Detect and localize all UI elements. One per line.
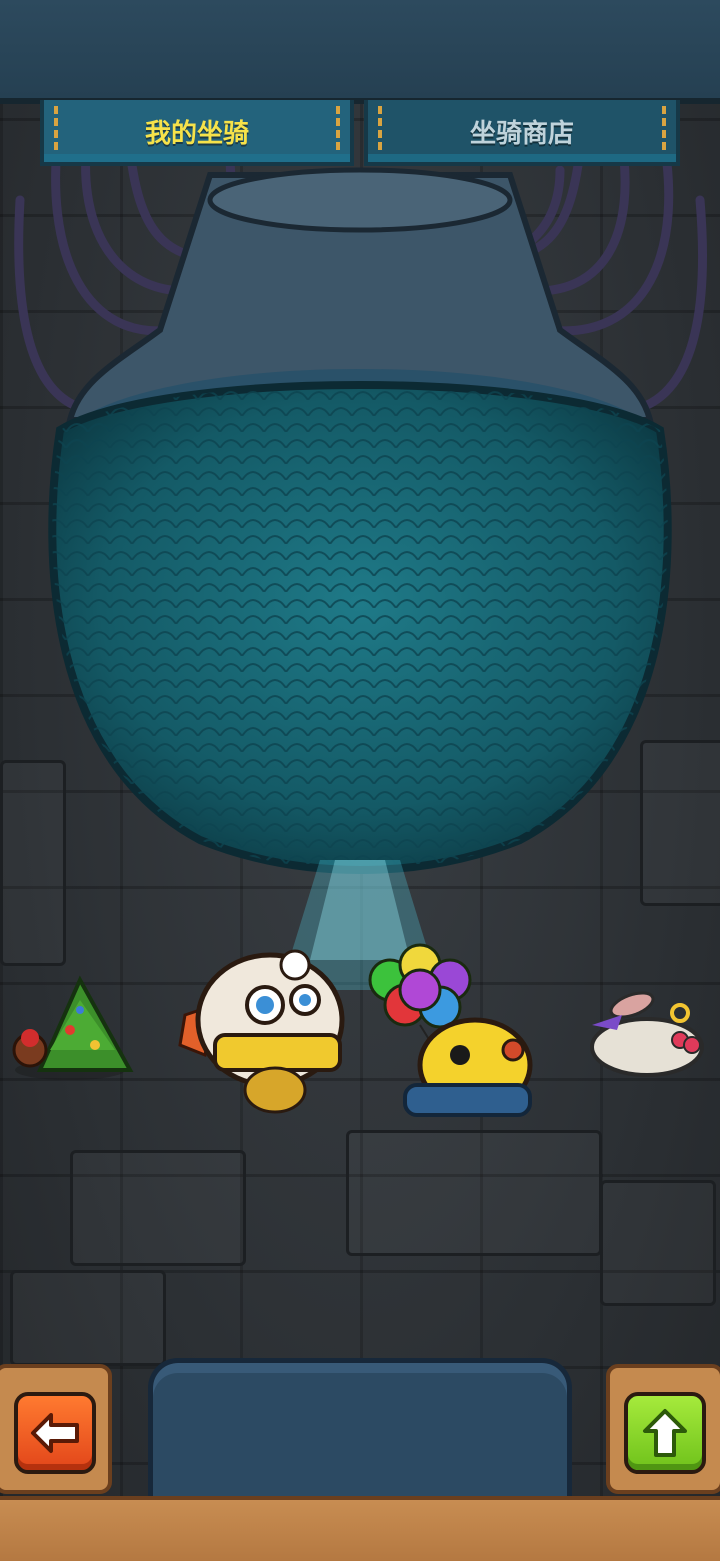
christmas-tree-mount-icon[interactable] (12, 975, 134, 1080)
tab-my-mounts[interactable]: 我的坐骑 (40, 100, 354, 166)
game-scene: 我的坐骑 坐骑商店 (0, 0, 720, 1561)
lion-dance-mount-icon[interactable] (178, 949, 345, 1114)
tab-my-mounts-label: 我的坐骑 (144, 118, 249, 149)
wooden-floor (0, 1496, 720, 1561)
white-rabbit-mount-icon[interactable] (590, 988, 704, 1077)
mount-pedestal (148, 1358, 572, 1498)
tab-mount-shop-label: 坐骑商店 (469, 118, 574, 149)
balloon-chick-mount-icon[interactable] (368, 943, 533, 1117)
arrow-up-icon (643, 1409, 687, 1457)
top-bar (0, 0, 720, 104)
mount-capsule-machine (14, 115, 707, 990)
upgrade-button[interactable] (624, 1392, 706, 1474)
mount-carousel (12, 943, 704, 1117)
tab-mount-shop[interactable]: 坐骑商店 (364, 100, 680, 166)
back-button[interactable] (14, 1392, 96, 1474)
arrow-left-icon (31, 1413, 79, 1453)
